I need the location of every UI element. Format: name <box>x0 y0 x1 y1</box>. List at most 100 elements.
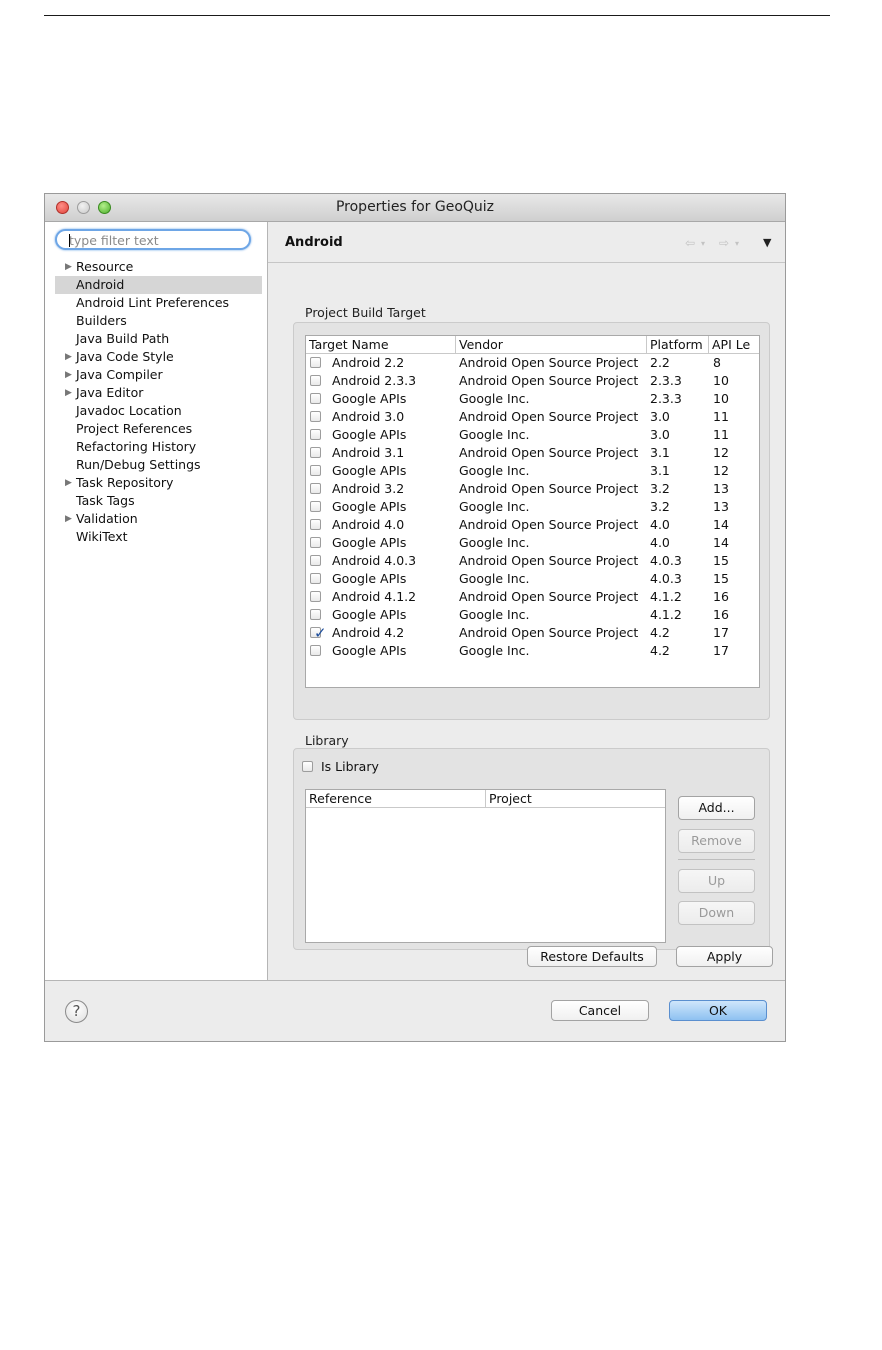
vendor-cell: Android Open Source Project <box>459 409 639 424</box>
target-checkbox[interactable] <box>310 519 321 530</box>
back-arrow-icon[interactable]: ⇦ <box>685 236 695 250</box>
sidebar-item-android-lint-preferences[interactable]: Android Lint Preferences <box>45 294 267 312</box>
table-row[interactable]: Google APIs Google Inc. 3.1 12 <box>306 462 759 480</box>
sidebar-item-project-references[interactable]: Project References <box>45 420 267 438</box>
vendor-cell: Google Inc. <box>459 571 530 586</box>
platform-cell: 3.2 <box>650 481 670 496</box>
sidebar-item-javadoc-location[interactable]: Javadoc Location <box>45 402 267 420</box>
sidebar-item-java-editor[interactable]: ▶ Java Editor <box>45 384 267 402</box>
up-button[interactable]: Up <box>678 869 755 893</box>
target-checkbox[interactable] <box>310 447 321 458</box>
properties-dialog: Properties for GeoQuiz ▶ResourceAndroidA… <box>44 193 786 1042</box>
filter-input[interactable] <box>67 232 246 249</box>
vendor-cell: Google Inc. <box>459 607 530 622</box>
forward-dropdown-icon[interactable]: ▾ <box>735 239 739 248</box>
table-row[interactable]: Google APIs Google Inc. 4.0.3 15 <box>306 570 759 588</box>
sidebar-item-java-compiler[interactable]: ▶ Java Compiler <box>45 366 267 384</box>
table-row[interactable]: Android 3.2 Android Open Source Project 3.… <box>306 480 759 498</box>
table-row[interactable]: Android 2.2 Android Open Source Project 2.… <box>306 354 759 372</box>
target-name-cell: Android 4.2 <box>332 625 405 640</box>
table-row[interactable]: Google APIs Google Inc. 2.3.3 10 <box>306 390 759 408</box>
sidebar-item-android[interactable]: Android <box>55 276 262 294</box>
column-platform[interactable]: Platform <box>647 336 709 353</box>
vendor-cell: Google Inc. <box>459 643 530 658</box>
help-icon[interactable]: ? <box>65 1000 88 1023</box>
column-vendor[interactable]: Vendor <box>456 336 647 353</box>
target-checkbox[interactable] <box>310 357 321 368</box>
target-checkbox[interactable] <box>310 465 321 476</box>
sidebar-item-task-tags[interactable]: Task Tags <box>45 492 267 510</box>
sidebar-item-resource[interactable]: ▶ Resource <box>45 258 267 276</box>
window-title: Properties for GeoQuiz <box>335 199 495 215</box>
cancel-button[interactable]: Cancel <box>551 1000 649 1021</box>
sidebar-item-label: Java Compiler <box>76 367 163 382</box>
expand-triangle-icon[interactable]: ▶ <box>65 258 72 276</box>
table-row[interactable]: Android 3.0 Android Open Source Project 3.… <box>306 408 759 426</box>
sidebar-item-run-debug-settings[interactable]: Run/Debug Settings <box>45 456 267 474</box>
table-row[interactable]: Android 4.1.2 Android Open Source Project… <box>306 588 759 606</box>
target-checkbox[interactable] <box>310 537 321 548</box>
restore-defaults-button[interactable]: Restore Defaults <box>527 946 657 967</box>
dialog-footer: ? Cancel OK <box>45 980 785 1041</box>
page-top-rule <box>44 15 830 16</box>
remove-button[interactable]: Remove <box>678 829 755 853</box>
expand-triangle-icon[interactable]: ▶ <box>65 348 72 366</box>
target-checkbox[interactable] <box>310 555 321 566</box>
target-checkbox[interactable] <box>310 573 321 584</box>
column-project[interactable]: Project <box>486 790 665 807</box>
expand-triangle-icon[interactable]: ▶ <box>65 474 72 492</box>
column-target-name[interactable]: Target Name <box>306 336 456 353</box>
expand-triangle-icon[interactable]: ▶ <box>65 366 72 384</box>
target-checkbox[interactable] <box>310 591 321 602</box>
filter-field[interactable] <box>55 229 251 250</box>
expand-triangle-icon[interactable]: ▶ <box>65 384 72 402</box>
target-checkbox[interactable] <box>310 501 321 512</box>
table-row[interactable]: Android 4.0.3 Android Open Source Project… <box>306 552 759 570</box>
sidebar-item-wikitext[interactable]: WikiText <box>45 528 267 546</box>
table-row[interactable]: Google APIs Google Inc. 4.2 17 <box>306 642 759 660</box>
add-button[interactable]: Add... <box>678 796 755 820</box>
is-library-checkbox[interactable] <box>302 761 313 772</box>
target-checkbox[interactable] <box>310 411 321 422</box>
sidebar-item-label: Task Repository <box>76 475 174 490</box>
view-menu-icon[interactable]: ▼ <box>763 236 771 249</box>
table-row[interactable]: Android 2.3.3 Android Open Source Project… <box>306 372 759 390</box>
forward-arrow-icon[interactable]: ⇨ <box>719 236 729 250</box>
expand-triangle-icon[interactable]: ▶ <box>65 510 72 528</box>
target-checkbox[interactable] <box>310 393 321 404</box>
back-dropdown-icon[interactable]: ▾ <box>701 239 705 248</box>
column-api-level[interactable]: API Le <box>709 336 759 353</box>
sidebar-item-validation[interactable]: ▶ Validation <box>45 510 267 528</box>
is-library-checkbox-row[interactable]: Is Library <box>302 758 422 776</box>
target-checkbox[interactable] <box>310 483 321 494</box>
vendor-cell: Google Inc. <box>459 535 530 550</box>
table-row[interactable]: Android 4.0 Android Open Source Project 4.… <box>306 516 759 534</box>
table-row[interactable]: Android 3.1 Android Open Source Project 3.… <box>306 444 759 462</box>
table-row[interactable]: Google APIs Google Inc. 3.2 13 <box>306 498 759 516</box>
table-row[interactable]: ✓ Android 4.2 Android Open Source Project 4… <box>306 624 759 642</box>
target-checkbox[interactable] <box>310 429 321 440</box>
sidebar-item-label: Validation <box>76 511 138 526</box>
sidebar-item-builders[interactable]: Builders <box>45 312 267 330</box>
target-name-cell: Android 3.0 <box>332 409 405 424</box>
down-button[interactable]: Down <box>678 901 755 925</box>
table-row[interactable]: Google APIs Google Inc. 3.0 11 <box>306 426 759 444</box>
sidebar-item-java-build-path[interactable]: Java Build Path <box>45 330 267 348</box>
api-level-cell: 13 <box>713 481 729 496</box>
sidebar-item-java-code-style[interactable]: ▶ Java Code Style <box>45 348 267 366</box>
target-checkbox[interactable] <box>310 645 321 656</box>
target-name-cell: Google APIs <box>332 499 407 514</box>
ok-button[interactable]: OK <box>669 1000 767 1021</box>
target-checkbox[interactable] <box>310 375 321 386</box>
sidebar-item-task-repository[interactable]: ▶ Task Repository <box>45 474 267 492</box>
api-level-cell: 15 <box>713 553 729 568</box>
column-reference[interactable]: Reference <box>306 790 486 807</box>
target-name-cell: Google APIs <box>332 391 407 406</box>
target-checkbox[interactable] <box>310 609 321 620</box>
table-row[interactable]: Google APIs Google Inc. 4.1.2 16 <box>306 606 759 624</box>
apply-button[interactable]: Apply <box>676 946 773 967</box>
target-checkbox[interactable]: ✓ <box>310 624 327 642</box>
table-row[interactable]: Google APIs Google Inc. 4.0 14 <box>306 534 759 552</box>
sidebar: ▶ Resource Android Android Lint Preferences… <box>45 222 268 980</box>
sidebar-item-refactoring-history[interactable]: Refactoring History <box>45 438 267 456</box>
